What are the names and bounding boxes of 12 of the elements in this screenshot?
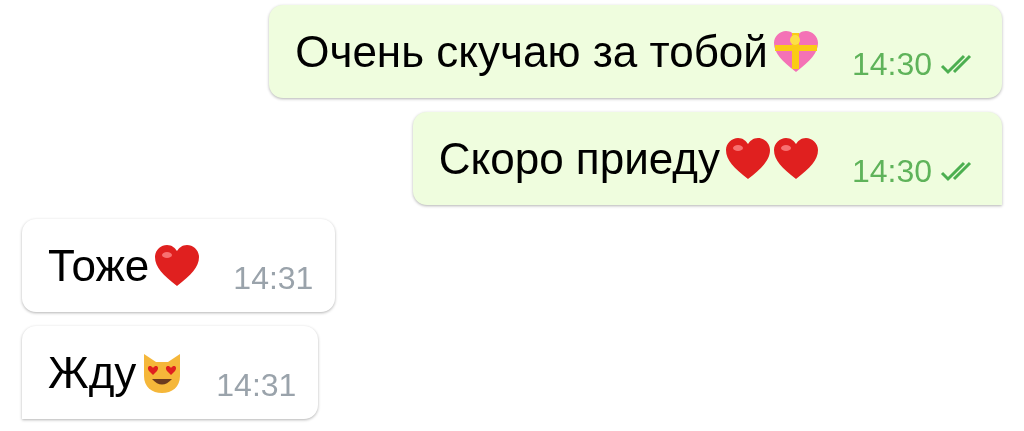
- message-time: 14:30: [851, 45, 932, 84]
- message-text: Скоро приеду: [438, 132, 720, 185]
- message-text: Очень скучаю за тобой: [295, 25, 768, 78]
- message-time: 14:31: [233, 259, 314, 298]
- message-time: 14:30: [851, 152, 932, 191]
- gift-heart-icon: [771, 29, 820, 74]
- message-text: Жду: [48, 346, 137, 399]
- heart-icon: [771, 136, 820, 181]
- heart-icon: [153, 243, 202, 288]
- heart-icon: [723, 136, 772, 181]
- message-time: 14:31: [216, 366, 297, 405]
- message-text: Тоже: [48, 239, 150, 292]
